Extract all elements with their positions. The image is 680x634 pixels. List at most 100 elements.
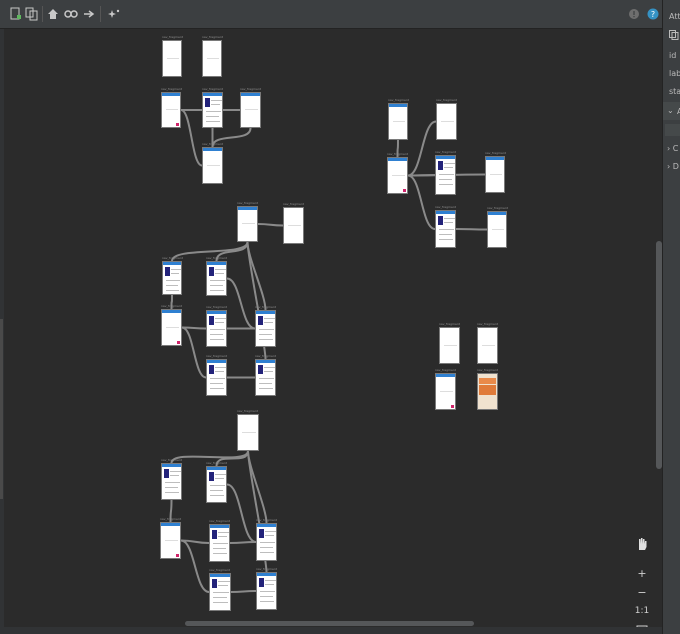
destination-label: nav_fragment	[161, 458, 182, 462]
destination-label: nav_fragment	[161, 87, 182, 91]
destination-screen[interactable]	[206, 466, 227, 503]
navigation-action-edge[interactable]	[180, 539, 210, 593]
destination-screen[interactable]	[209, 573, 231, 611]
attr-section-c[interactable]: › C	[667, 144, 678, 153]
destination-screen[interactable]	[161, 92, 181, 128]
destination-label: nav_fragment	[256, 518, 277, 522]
attr-section-header[interactable]: ⌄ A	[663, 102, 680, 120]
sparkle-icon[interactable]	[106, 6, 122, 22]
new-destination-icon[interactable]	[8, 6, 24, 22]
destination-screen[interactable]	[256, 572, 277, 610]
destination-label: nav_fragment	[202, 142, 223, 146]
pan-hand-icon[interactable]	[631, 534, 653, 554]
destination-screen[interactable]	[161, 463, 182, 500]
destination-label: nav_fragment	[202, 87, 223, 91]
destination-label: nav_fragment	[477, 368, 498, 372]
attr-section-d-label: D	[672, 162, 679, 171]
destination-label: nav_fragment	[436, 98, 457, 102]
help-icon[interactable]: ?	[645, 6, 661, 22]
duplicate-icon[interactable]	[24, 6, 40, 22]
navigation-edges	[169, 109, 488, 593]
destination-screen[interactable]	[439, 327, 460, 364]
destination-screen[interactable]	[202, 147, 223, 184]
destination-screen[interactable]	[206, 261, 227, 296]
destination-label: nav_fragment	[485, 151, 506, 155]
warning-icon[interactable]	[626, 6, 642, 22]
bottom-border	[0, 627, 662, 634]
horizontal-scrollbar[interactable]	[185, 621, 474, 626]
destination-screen[interactable]	[209, 524, 230, 562]
destination-screen[interactable]	[283, 207, 304, 244]
destination-screen[interactable]	[202, 92, 223, 128]
destination-screen[interactable]	[255, 359, 276, 396]
attr-section-c-label: C	[672, 144, 679, 153]
destination-label: nav_fragment	[209, 519, 230, 523]
destination-screen[interactable]	[237, 206, 258, 242]
destination-screen[interactable]	[161, 309, 182, 346]
destination-screen[interactable]	[477, 373, 498, 410]
destination-screen[interactable]	[485, 156, 505, 193]
destination-label: nav_fragment	[237, 201, 258, 205]
attr-section-d[interactable]: › D	[667, 162, 679, 171]
destination-label: nav_fragment	[477, 322, 498, 326]
attributes-copy-icon[interactable]	[669, 30, 679, 42]
destination-screen[interactable]	[237, 414, 259, 451]
destination-label: nav_fragment	[387, 152, 408, 156]
destination-screen[interactable]	[202, 40, 222, 77]
destination-label: nav_fragment	[256, 567, 277, 571]
destination-label: nav_fragment	[202, 35, 223, 39]
destination-label: nav_fragment	[240, 87, 261, 91]
navigation-action-edge[interactable]	[407, 120, 437, 177]
navigation-action-edge[interactable]	[257, 223, 284, 227]
navigation-action-edge[interactable]	[230, 590, 257, 593]
destination-screen[interactable]	[162, 40, 182, 77]
destination-screen[interactable]	[206, 310, 227, 347]
home-icon[interactable]	[45, 6, 61, 22]
destination-screen[interactable]	[436, 103, 457, 140]
destination-label: nav_fragment	[388, 98, 409, 102]
navigation-editor-toolbar: ?	[0, 0, 662, 29]
destination-screen[interactable]	[388, 103, 408, 140]
destination-screen[interactable]	[162, 261, 182, 295]
destination-screen[interactable]	[387, 157, 408, 194]
destination-label: nav_fragment	[237, 409, 258, 413]
destination-screen[interactable]	[435, 210, 456, 248]
arrow-right-icon[interactable]	[81, 6, 97, 22]
zoom-reset-button[interactable]: 1:1	[631, 601, 653, 621]
destination-label: nav_fragment	[206, 354, 227, 358]
zoom-in-button[interactable]: +	[631, 563, 653, 583]
navigation-action-edge[interactable]	[226, 483, 257, 543]
destination-screen[interactable]	[255, 310, 276, 347]
attributes-panel: Attr id lab sta ⌄ A › C › D	[662, 0, 680, 634]
destination-screen[interactable]	[256, 523, 277, 561]
navigation-action-edge[interactable]	[226, 277, 256, 330]
navigation-action-edge[interactable]	[407, 174, 436, 230]
destination-label: nav_fragment	[162, 256, 183, 260]
attr-input-field[interactable]	[665, 124, 680, 136]
zoom-out-button[interactable]: −	[631, 582, 653, 602]
attr-start-label: sta	[669, 87, 680, 96]
destination-label: nav_fragment	[255, 305, 276, 309]
link-icon[interactable]	[63, 6, 79, 22]
destination-screen[interactable]	[435, 373, 456, 410]
destination-screen[interactable]	[477, 327, 498, 364]
navigation-action-edge[interactable]	[180, 109, 203, 167]
navigation-action-edge[interactable]	[181, 326, 207, 379]
destination-screen[interactable]	[160, 522, 181, 559]
destination-label: nav_fragment	[161, 304, 182, 308]
destination-label: nav_fragment	[206, 305, 227, 309]
destination-screen[interactable]	[435, 155, 456, 195]
attr-label-label: lab	[669, 69, 680, 78]
fit-screen-icon[interactable]	[631, 620, 653, 627]
navigation-graph-canvas[interactable]: nav_fragment nav_fragment nav_fragment nav_…	[0, 29, 662, 627]
destination-label: nav_fragment	[435, 205, 456, 209]
destination-screen[interactable]	[206, 359, 227, 396]
destination-label: nav_fragment	[435, 368, 456, 372]
destination-label: nav_fragment	[162, 35, 183, 39]
navigation-action-edge[interactable]	[229, 541, 257, 544]
destination-label: nav_fragment	[439, 322, 460, 326]
destination-screen[interactable]	[240, 92, 261, 128]
navigation-action-edge[interactable]	[455, 228, 488, 231]
zoom-controls: + − 1:1	[631, 534, 653, 627]
destination-screen[interactable]	[487, 211, 507, 248]
